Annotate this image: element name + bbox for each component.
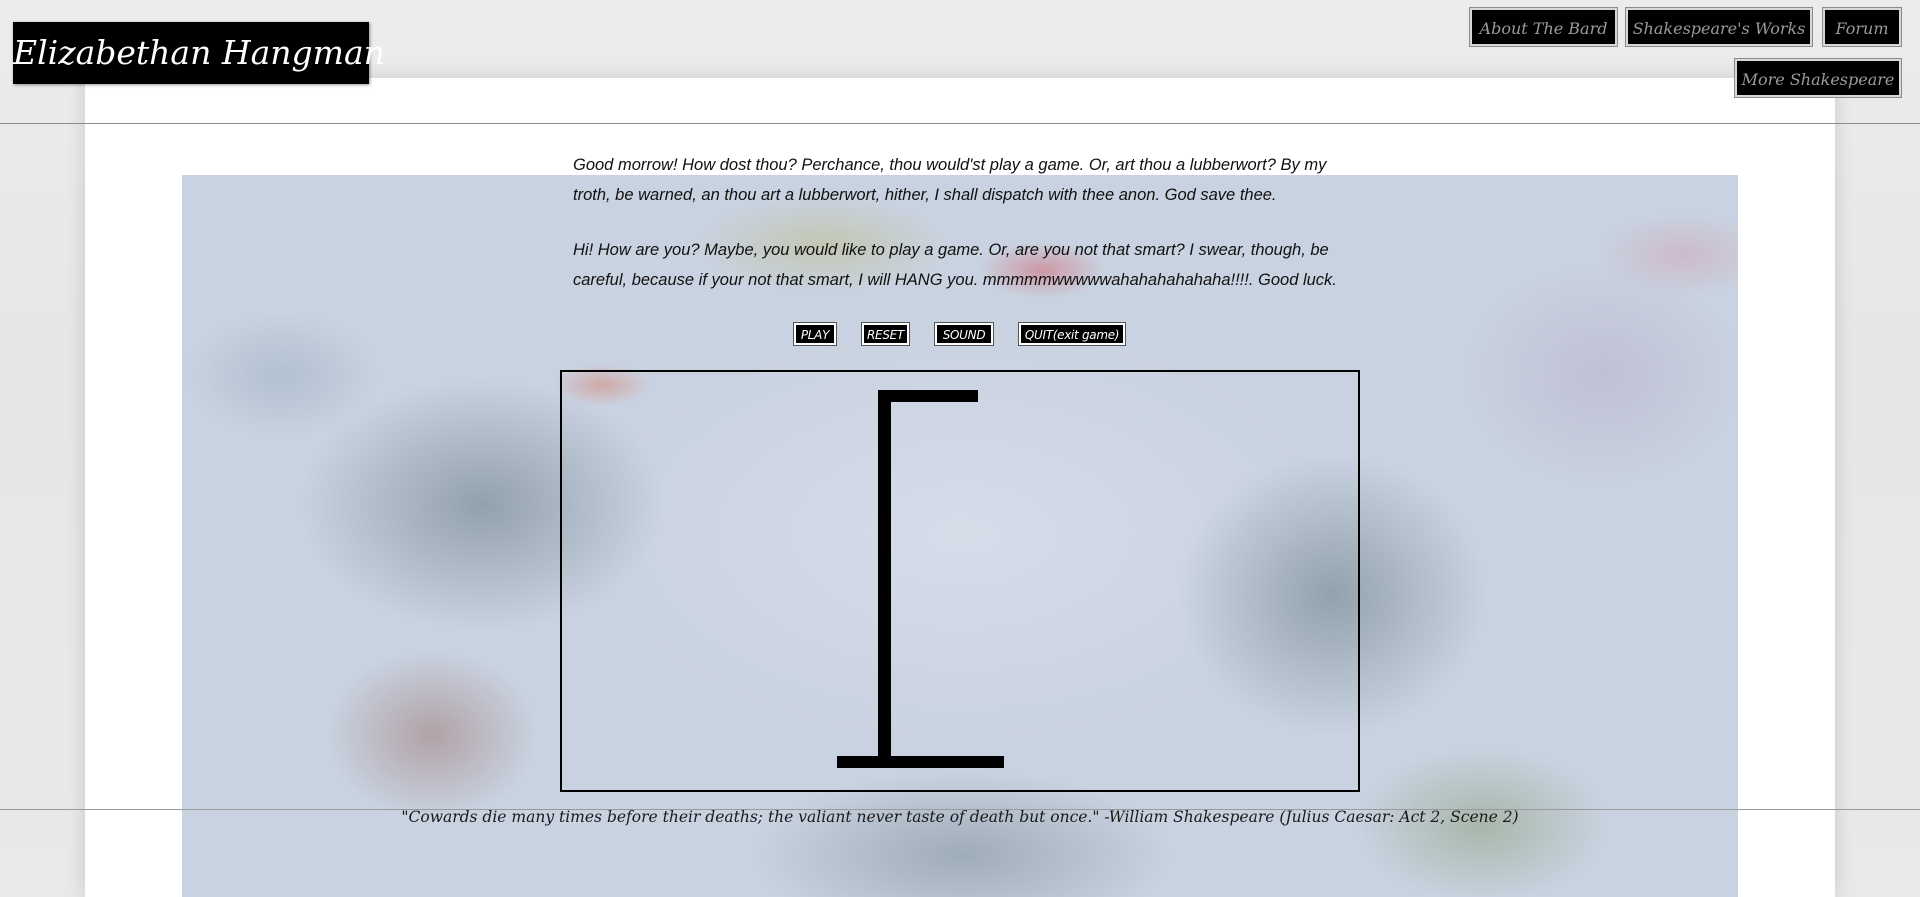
sound-button[interactable]: SOUND bbox=[934, 322, 994, 346]
site-title: Elizabethan Hangman bbox=[13, 22, 385, 84]
gallows-post bbox=[878, 390, 891, 762]
nav-shakespeares-works[interactable]: Shakespeare's Works bbox=[1625, 7, 1813, 47]
gallows-base bbox=[837, 756, 1004, 768]
intro-modern: Hi! How are you? Maybe, you would like t… bbox=[573, 241, 1337, 289]
shakespeare-quote: "Cowards die many times before their dea… bbox=[401, 808, 1519, 826]
hangman-canvas[interactable] bbox=[560, 370, 1360, 792]
gallows-icon bbox=[837, 390, 1004, 768]
intro-text: Good morrow! How dost thou? Perchance, t… bbox=[573, 150, 1363, 320]
intro-elizabethan: Good morrow! How dost thou? Perchance, t… bbox=[573, 156, 1327, 204]
gallows-beam bbox=[878, 390, 978, 402]
reset-button[interactable]: RESET bbox=[861, 322, 910, 346]
nav-about-the-bard[interactable]: About The Bard bbox=[1469, 7, 1618, 47]
header-divider bbox=[0, 123, 1920, 124]
play-button[interactable]: PLAY bbox=[793, 322, 837, 346]
nav-more-shakespeare[interactable]: More Shakespeare bbox=[1734, 58, 1902, 98]
quit-button[interactable]: QUIT(exit game) bbox=[1018, 322, 1126, 346]
nav-forum[interactable]: Forum bbox=[1822, 7, 1902, 47]
